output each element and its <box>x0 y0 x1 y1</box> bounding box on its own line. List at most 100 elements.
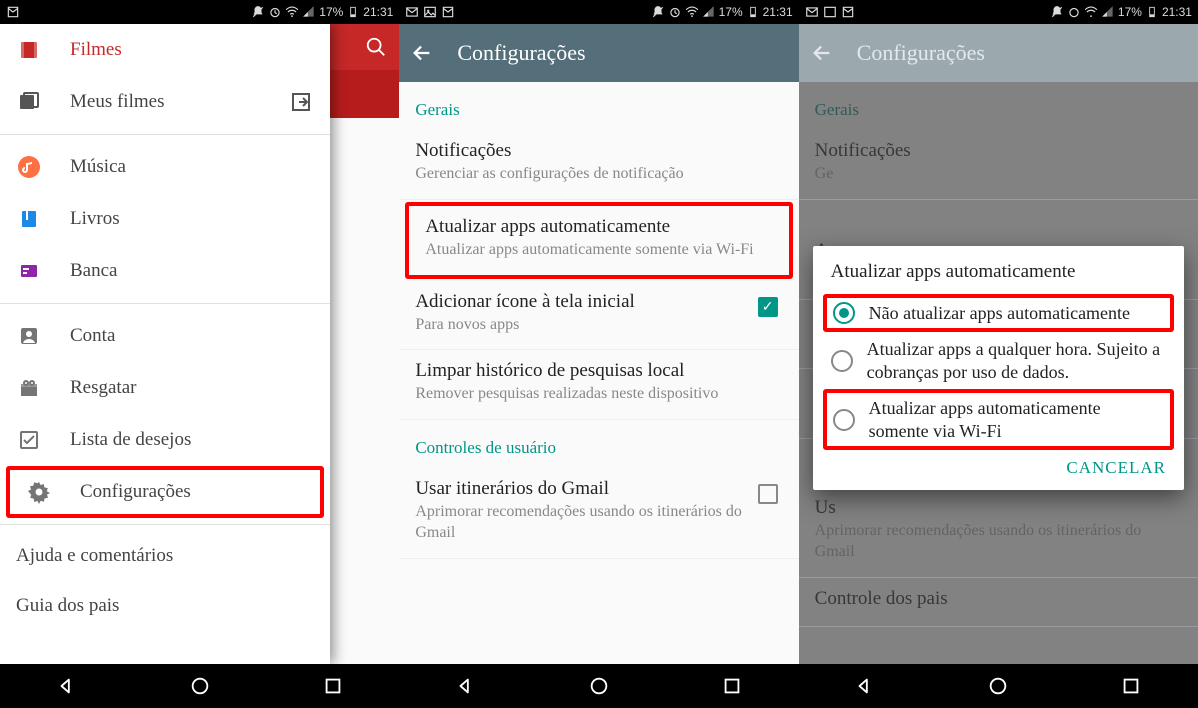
header-title: Configurações <box>857 40 985 66</box>
signal-icon <box>702 5 716 19</box>
setting-subtitle: Aprimorar recomendações usando os itiner… <box>415 502 742 544</box>
radio-icon <box>833 302 855 324</box>
newsstand-icon <box>16 258 42 284</box>
phone-2: 17% 21:31 Configurações Gerais Notificaç… <box>399 0 798 708</box>
checkbox-gmail[interactable] <box>758 484 778 504</box>
setting-add-icon[interactable]: Adicionar ícone à tela inicial Para novo… <box>399 281 798 351</box>
drawer-label: Banca <box>70 260 117 282</box>
radio-label: Atualizar apps a qualquer hora. Sujeito … <box>867 338 1166 383</box>
account-icon <box>16 323 42 349</box>
nav-home-icon[interactable] <box>189 675 211 697</box>
drawer-item-livros[interactable]: Livros <box>0 193 330 245</box>
setting-auto-update[interactable]: Atualizar apps automaticamente Atualizar… <box>405 202 792 279</box>
settings-header-dimmed: Configurações <box>799 24 1198 82</box>
dialog-title: Atualizar apps automaticamente <box>823 260 1174 294</box>
cancel-button[interactable]: CANCELAR <box>1066 458 1166 478</box>
setting-title: Usar itinerários do Gmail <box>415 478 742 500</box>
radio-option-anytime[interactable]: Atualizar apps a qualquer hora. Sujeito … <box>823 332 1174 389</box>
alarm-icon <box>1067 5 1081 19</box>
drawer-item-meus-filmes[interactable]: Meus filmes <box>0 76 330 128</box>
wifi-icon <box>685 5 699 19</box>
gmail-icon <box>441 5 455 19</box>
settings-header: Configurações <box>399 24 798 82</box>
mute-icon <box>651 5 665 19</box>
section-gerais: Gerais <box>399 82 798 130</box>
back-arrow-icon <box>811 42 833 64</box>
nav-bar <box>399 664 798 708</box>
nav-recent-icon[interactable] <box>1120 675 1142 697</box>
nav-recent-icon[interactable] <box>322 675 344 697</box>
drawer-label: Lista de desejos <box>70 429 191 451</box>
search-icon[interactable] <box>365 36 387 58</box>
setting-clear-history[interactable]: Limpar histórico de pesquisas local Remo… <box>399 350 798 420</box>
alarm-icon <box>668 5 682 19</box>
setting-notificacoes[interactable]: Notificações Gerenciar as configurações … <box>399 130 798 200</box>
battery-percent: 17% <box>319 5 343 19</box>
radio-option-no-update[interactable]: Não atualizar apps automaticamente <box>823 294 1174 333</box>
music-icon <box>16 154 42 180</box>
mail-icon <box>405 5 419 19</box>
setting-subtitle: Atualizar apps automaticamente somente v… <box>425 240 772 261</box>
wifi-icon <box>1084 5 1098 19</box>
image-icon <box>823 5 837 19</box>
battery-icon <box>746 5 760 19</box>
back-arrow-icon[interactable] <box>411 42 433 64</box>
drawer-label: Configurações <box>80 481 191 503</box>
nav-back-icon[interactable] <box>854 675 876 697</box>
battery-percent: 17% <box>1118 5 1142 19</box>
drawer-item-banca[interactable]: Banca <box>0 245 330 297</box>
radio-label: Não atualizar apps automaticamente <box>869 302 1130 325</box>
mute-icon <box>1050 5 1064 19</box>
setting-title: Adicionar ícone à tela inicial <box>415 291 742 313</box>
nav-back-icon[interactable] <box>56 675 78 697</box>
drawer-label: Música <box>70 156 126 178</box>
drawer-item-resgatar[interactable]: Resgatar <box>0 362 330 414</box>
image-icon <box>423 5 437 19</box>
status-bar: 17% 21:31 <box>399 0 798 24</box>
gear-icon <box>26 479 52 505</box>
drawer-item-musica[interactable]: Música <box>0 141 330 193</box>
exit-icon <box>288 89 314 115</box>
nav-drawer: Filmes Meus filmes Música Livros Banca <box>0 24 330 664</box>
drawer-label: Filmes <box>70 39 122 61</box>
drawer-item-conta[interactable]: Conta <box>0 310 330 362</box>
radio-icon <box>831 350 853 372</box>
wifi-icon <box>285 5 299 19</box>
nav-recent-icon[interactable] <box>721 675 743 697</box>
nav-home-icon[interactable] <box>588 675 610 697</box>
radio-label: Atualizar apps automaticamente somente v… <box>869 397 1164 442</box>
screen-1-content: GÊNERO MAIS Moorht, S MAIS Filmes Meus <box>0 24 399 664</box>
library-icon <box>16 89 42 115</box>
setting-title: Atualizar apps automaticamente <box>425 216 772 238</box>
book-icon <box>16 206 42 232</box>
drawer-item-lista-desejos[interactable]: Lista de desejos <box>0 414 330 466</box>
clock-text: 21:31 <box>1162 5 1192 19</box>
setting-subtitle: Gerenciar as configurações de notificaçã… <box>415 164 782 185</box>
nav-bar <box>0 664 399 708</box>
checkbox-add-icon[interactable] <box>758 297 778 317</box>
drawer-item-configuracoes[interactable]: Configurações <box>6 466 324 518</box>
drawer-label: Conta <box>70 325 115 347</box>
radio-option-wifi-only[interactable]: Atualizar apps automaticamente somente v… <box>823 389 1174 450</box>
nav-back-icon[interactable] <box>455 675 477 697</box>
drawer-item-guia-pais[interactable]: Guia dos pais <box>0 581 330 631</box>
setting-subtitle: Remover pesquisas realizadas neste dispo… <box>415 384 782 405</box>
drawer-item-filmes[interactable]: Filmes <box>0 24 330 76</box>
battery-icon <box>1145 5 1159 19</box>
clock-text: 21:31 <box>363 5 393 19</box>
status-bar: 17% 21:31 <box>0 0 399 24</box>
redeem-icon <box>16 375 42 401</box>
status-bar: 17% 21:31 <box>799 0 1198 24</box>
mute-icon <box>251 5 265 19</box>
signal-icon <box>302 5 316 19</box>
gmail-icon <box>6 5 20 19</box>
phone-1: 17% 21:31 GÊNERO MAIS Moorht, S MAIS <box>0 0 399 708</box>
drawer-label: Livros <box>70 208 120 230</box>
auto-update-dialog: Atualizar apps automaticamente Não atual… <box>813 246 1184 490</box>
drawer-item-ajuda[interactable]: Ajuda e comentários <box>0 531 330 581</box>
alarm-icon <box>268 5 282 19</box>
setting-gmail-itineraries[interactable]: Usar itinerários do Gmail Aprimorar reco… <box>399 468 798 559</box>
mail-icon <box>805 5 819 19</box>
nav-home-icon[interactable] <box>987 675 1009 697</box>
phone-3: 17% 21:31 Configurações Gerais Notificaç… <box>799 0 1198 708</box>
